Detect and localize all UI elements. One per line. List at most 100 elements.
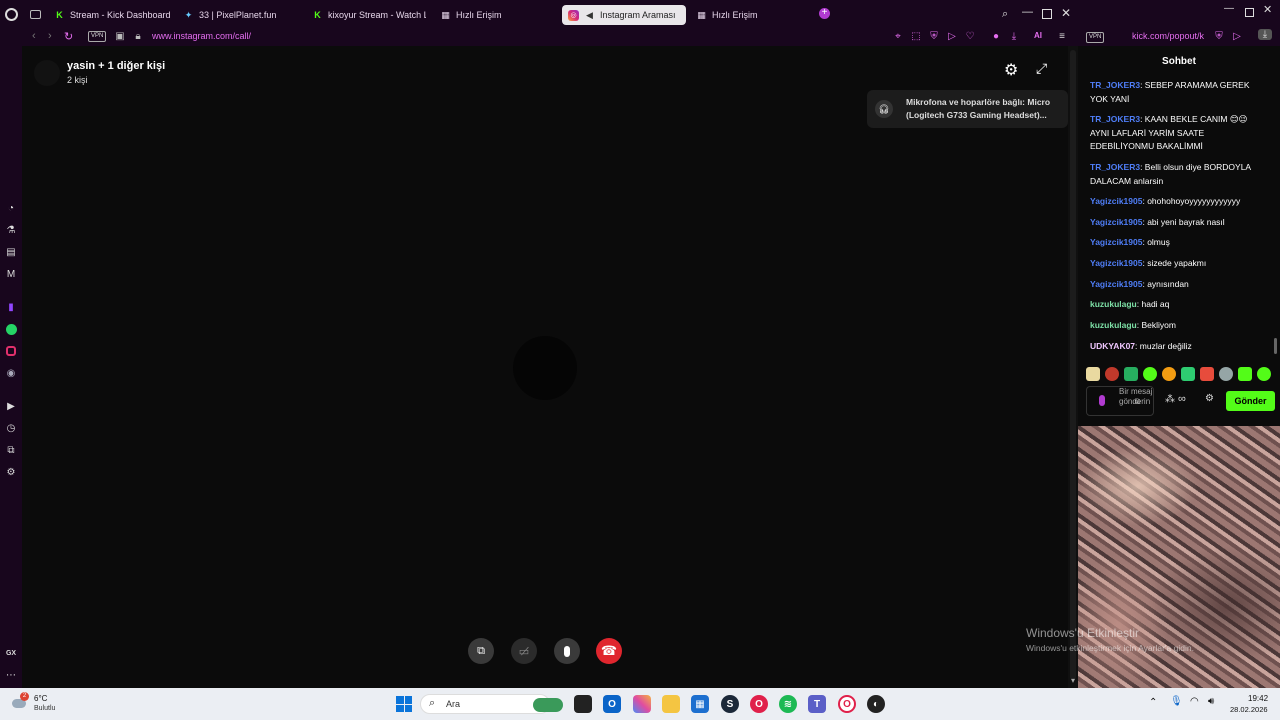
play-icon[interactable]: ▷ [945,31,959,42]
easy-setup-icon[interactable]: ▣ [113,31,127,42]
emote-icon[interactable] [1238,367,1252,381]
search-tabs-icon[interactable]: ⌕ [1002,8,1008,21]
emote-icon[interactable] [1143,367,1157,381]
opera-logo-icon[interactable] [5,8,18,21]
instagram-icon[interactable] [4,344,18,358]
end-call-button[interactable]: ☎ [596,638,622,664]
speaker-icon[interactable]: ◀ [584,10,595,21]
chat-username[interactable]: UDKYAK07 [1090,341,1135,351]
outlook-icon[interactable]: O [603,695,621,713]
emote-icon[interactable] [1181,367,1195,381]
minimize-button[interactable]: — [1224,3,1234,14]
share-screen-button[interactable]: ⧉ [468,638,494,664]
vpn-badge[interactable]: VPN [88,31,107,42]
ai-icon[interactable]: AI [1027,31,1049,40]
history-icon[interactable]: ◷ [4,421,18,435]
chat-scrollbar[interactable] [1274,338,1277,354]
music-player-icon[interactable]: M [4,267,18,281]
forward-icon[interactable]: › [48,30,52,42]
snapshot-icon[interactable]: ⬚ [909,31,923,42]
group-avatar[interactable] [34,60,60,86]
chat-username[interactable]: kuzukulagu [1090,299,1137,309]
tray-chevron-icon[interactable]: ⌃ [1149,697,1157,708]
infinity-icon[interactable]: ∞ [1178,393,1186,405]
heart-icon[interactable]: ♡ [963,31,977,42]
reload-icon[interactable]: ↻ [64,30,73,43]
emote-icon[interactable] [1162,367,1176,381]
spotify-icon[interactable]: ≋ [779,695,797,713]
shield-icon[interactable]: ⛨ [1212,31,1226,42]
opera-icon[interactable]: O [838,695,856,713]
whatsapp-icon[interactable] [4,322,18,336]
chat-username[interactable]: Yagizcik1905 [1090,237,1142,247]
store-icon[interactable]: ▦ [691,695,709,713]
chat-settings-icon[interactable]: ⚙ [1205,393,1214,404]
task-view-icon[interactable] [574,695,592,713]
clock-time[interactable]: 19:42 [1248,694,1268,703]
clock-date[interactable]: 28.02.2026 [1230,705,1268,714]
pin-icon[interactable]: ⌖ [891,31,905,42]
teams-icon[interactable]: T [808,695,826,713]
chat-username[interactable]: Yagizcik1905 [1090,258,1142,268]
steam-icon[interactable]: S [721,695,739,713]
video-scrollbar[interactable]: ▾ [1068,676,1078,688]
tab-kixoyur-stream[interactable]: K kixoyur Stream - Watch Li [306,5,426,25]
maximize-button[interactable] [1042,9,1052,19]
copilot-icon[interactable] [633,695,651,713]
network-icon[interactable]: ◠ [1190,696,1199,707]
tab-kick-dashboard[interactable]: K Stream - Kick Dashboard [48,5,176,25]
chat-username[interactable]: TR_JOKER3 [1090,114,1140,124]
camera-off-button[interactable]: ▭̸ [511,638,537,664]
chat-username[interactable]: Yagizcik1905 [1090,279,1142,289]
emote-icon[interactable] [1219,367,1233,381]
page-scrollbar[interactable] [1068,46,1078,688]
ai-sidebar-icon[interactable]: ◔ [4,201,18,215]
discord-icon[interactable]: ◉ [4,366,18,380]
tab-instagram-call[interactable]: ◎ ◀ Instagram Araması ✕ [562,5,686,25]
chat-username[interactable]: TR_JOKER3 [1090,80,1140,90]
chat-input[interactable]: Bir mesaj gönderin ☺ [1086,386,1154,416]
new-tab-button[interactable]: + [819,8,830,19]
emote-icon[interactable] [1257,367,1271,381]
gx-corner-icon[interactable]: GX [4,646,18,660]
volume-icon[interactable]: 🔊︎ [1208,696,1214,707]
emote-icon[interactable] [1086,367,1100,381]
vpn-badge[interactable]: VPN [1086,32,1105,43]
shield-icon[interactable]: ⛨ [927,31,941,42]
close-window-button[interactable]: ✕ [1061,6,1071,20]
emote-icon[interactable] [1200,367,1214,381]
opera-gx-taskbar-icon[interactable]: O [750,695,768,713]
chat-username[interactable]: kuzukulagu [1090,320,1137,330]
ai-chat-icon[interactable]: ▤ [4,245,18,259]
menu-icon[interactable]: ≡ [1055,31,1069,42]
tab-pixelplanet[interactable]: ✦ 33 | PixelPlanet.fun [177,5,303,25]
opera-gx-icon[interactable]: ◐ [867,695,885,713]
send-button[interactable]: Gönder [1226,391,1275,411]
more-icon[interactable]: ⋯ [4,668,18,682]
twitch-icon[interactable]: ▮ [4,300,18,314]
download-icon[interactable]: ⤓ [1258,29,1272,40]
tab-quick-access[interactable]: ▦ Hızlı Erişim [434,5,554,25]
tray-mic-icon[interactable]: 🎙︎ [1170,696,1183,707]
popout-url-field[interactable]: kick.com/popout/k [1132,31,1204,41]
play-icon[interactable]: ▷ [1230,31,1244,42]
url-field[interactable]: www.instagram.com/call/ [152,31,251,41]
microphone-icon[interactable] [1099,395,1105,406]
quick-emote-icon[interactable]: ⁂ [1165,394,1175,405]
player-icon[interactable]: ▶ [4,399,18,413]
emote-icon[interactable] [1124,367,1138,381]
extensions-icon[interactable]: ⧉ [4,443,18,457]
emoji-icon[interactable]: ☺ [1133,396,1142,406]
close-window-button[interactable]: ✕ [1263,3,1272,16]
call-settings-icon[interactable]: ⚙ [1004,60,1018,80]
file-explorer-icon[interactable] [662,695,680,713]
settings-icon[interactable]: ⚙ [4,465,18,479]
start-button[interactable] [396,696,412,712]
lock-icon[interactable]: 🔒︎ [131,31,145,42]
chat-username[interactable]: Yagizcik1905 [1090,196,1142,206]
download-icon[interactable]: ⤓ [1007,31,1021,42]
profile-icon[interactable]: ● [989,31,1003,42]
weather-widget[interactable]: 2 6°C Bulutlu [10,692,70,716]
fullscreen-icon[interactable]: ⤢ [1036,60,1047,77]
minimize-button[interactable]: — [1022,6,1033,18]
